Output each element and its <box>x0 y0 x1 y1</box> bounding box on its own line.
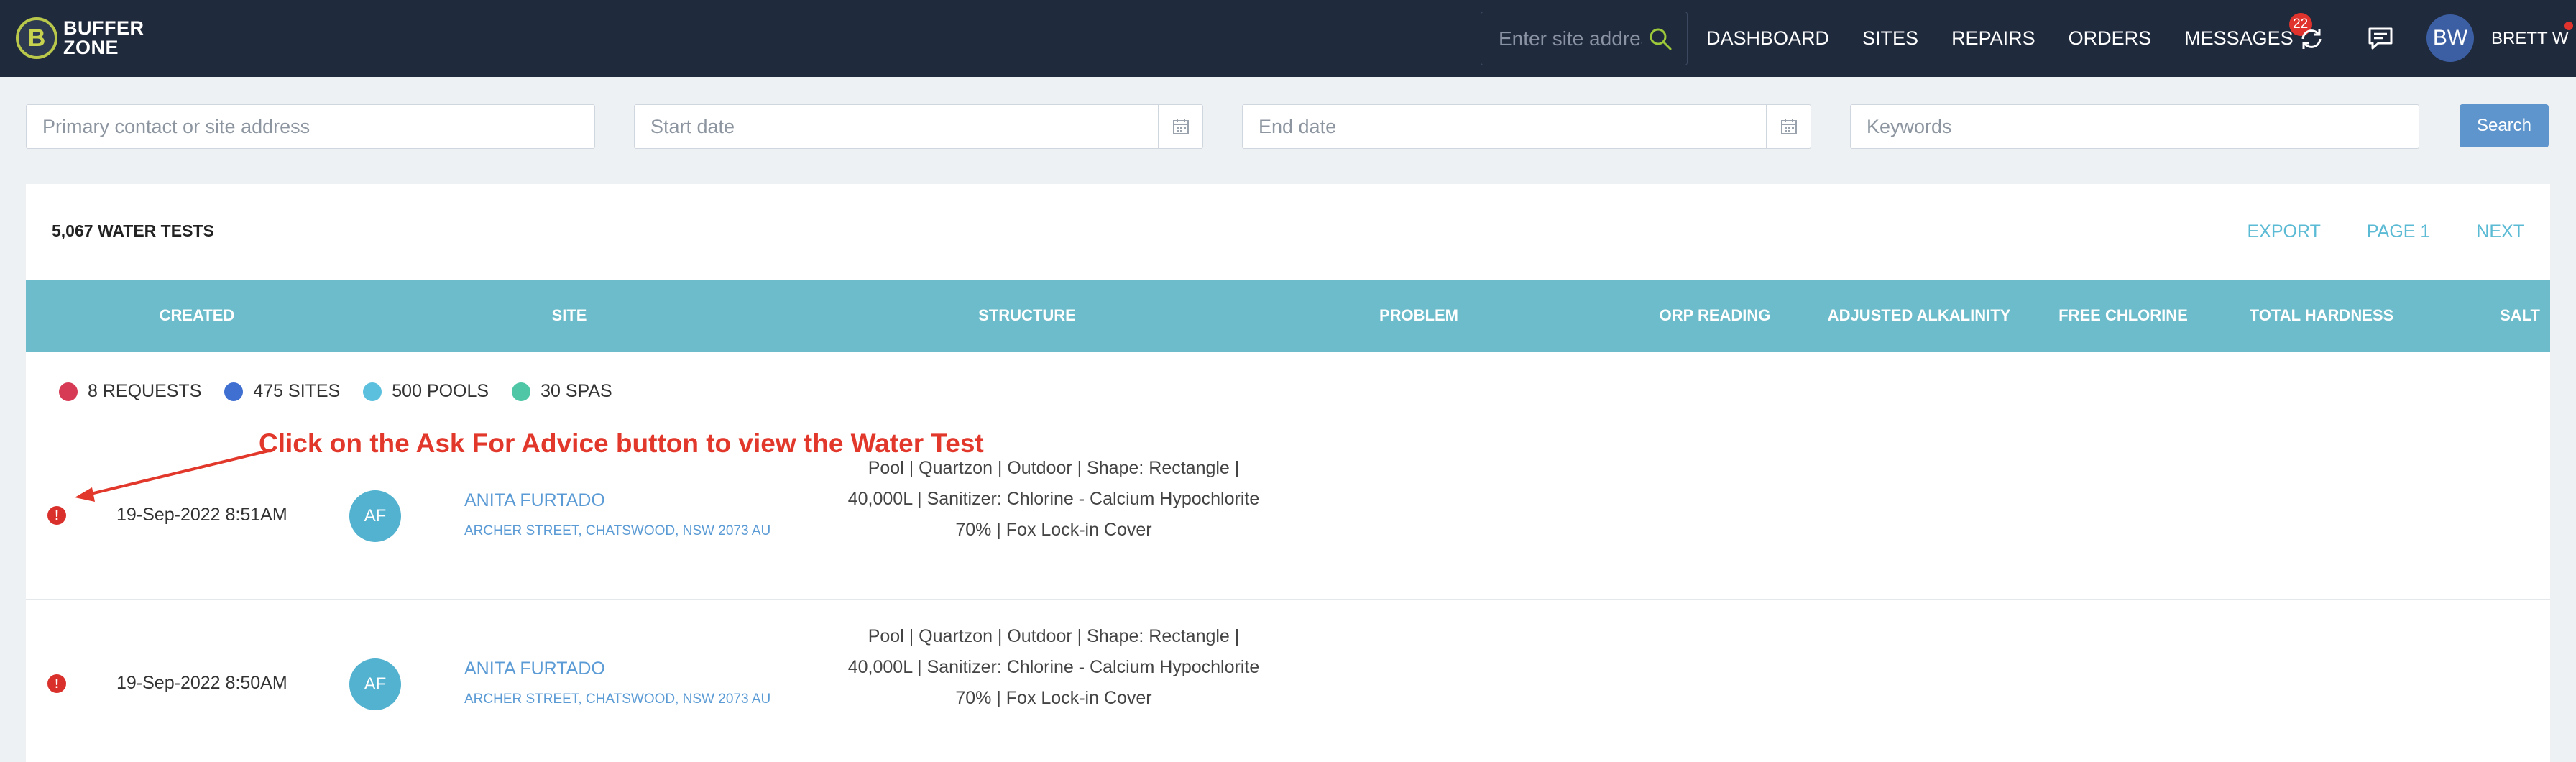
logo-text: BUFFER ZONE <box>63 19 144 58</box>
row-created-date: 19-Sep-2022 8:51AM <box>116 505 288 525</box>
user-avatar[interactable]: BW <box>2426 14 2474 62</box>
keywords-filter[interactable] <box>1850 104 2419 149</box>
ask-for-advice-alert-icon[interactable]: ! <box>47 506 66 525</box>
legend-dot <box>224 382 244 401</box>
tutorial-annotation: Click on the Ask For Advice button to vi… <box>259 428 984 458</box>
legend: 8 REQUESTS 475 SITES 500 POOLS 30 SPAS <box>26 352 2550 431</box>
calendar-icon <box>1172 119 1189 134</box>
top-nav: B BUFFER ZONE DASHBOARD SITES REPAIRS OR… <box>0 0 2576 77</box>
table-header: CREATED SITE STRUCTURE PROBLEM ORP READI… <box>26 280 2550 352</box>
nav-messages[interactable]: MESSAGES 22 <box>2184 13 2312 50</box>
site-search-input[interactable] <box>1499 27 1642 50</box>
legend-spas[interactable]: 30 SPAS <box>512 381 612 402</box>
col-adjusted-alkalinity[interactable]: ADJUSTED ALKALINITY <box>1828 306 2011 325</box>
next-page-link[interactable]: NEXT <box>2476 221 2524 242</box>
start-date-input[interactable] <box>650 115 1148 138</box>
nav-links: DASHBOARD SITES REPAIRS ORDERS MESSAGES … <box>1706 0 2327 77</box>
notification-dot <box>2564 22 2573 30</box>
page-indicator[interactable]: PAGE 1 <box>2367 221 2430 242</box>
nav-sites[interactable]: SITES <box>1862 27 1918 50</box>
contact-avatar: AF <box>349 658 401 710</box>
contact-name-link[interactable]: ANITA FURTADO <box>464 490 605 511</box>
end-date-input[interactable] <box>1259 115 1756 138</box>
calendar-icon <box>1780 119 1797 134</box>
contact-name-link[interactable]: ANITA FURTADO <box>464 658 605 679</box>
keywords-input[interactable] <box>1867 115 2364 138</box>
legend-label: 500 POOLS <box>392 381 489 401</box>
col-problem[interactable]: PROBLEM <box>1379 306 1458 325</box>
contact-filter[interactable] <box>26 104 595 149</box>
nav-repairs[interactable]: REPAIRS <box>1951 27 2036 50</box>
col-created[interactable]: CREATED <box>160 306 235 325</box>
table-row[interactable]: ! 19-Sep-2022 8:50AM AF ANITA FURTADO AR… <box>26 600 2550 762</box>
site-address-link[interactable]: ARCHER STREET, CHATSWOOD, NSW 2073 AU <box>464 692 770 707</box>
site-search[interactable] <box>1481 12 1688 65</box>
nav-orders[interactable]: ORDERS <box>2069 27 2152 50</box>
nav-messages-label: MESSAGES <box>2184 27 2294 49</box>
results-count: 5,067 WATER TESTS <box>52 221 214 240</box>
legend-dot <box>512 382 531 401</box>
chat-icon[interactable] <box>2366 24 2395 53</box>
logo-mark: B <box>16 17 58 59</box>
col-site[interactable]: SITE <box>552 306 587 325</box>
search-button[interactable]: Search <box>2460 104 2549 147</box>
end-date-filter[interactable] <box>1242 104 1811 149</box>
col-salt[interactable]: SALT <box>2500 306 2540 325</box>
col-structure[interactable]: STRUCTURE <box>978 306 1076 325</box>
water-tests-card: 5,067 WATER TESTS EXPORT PAGE 1 NEXT CRE… <box>26 184 2550 762</box>
ask-for-advice-alert-icon[interactable]: ! <box>47 674 66 693</box>
start-date-filter[interactable] <box>634 104 1203 149</box>
start-date-calendar-button[interactable] <box>1158 105 1202 148</box>
contact-avatar: AF <box>349 490 401 542</box>
legend-dot <box>59 382 78 401</box>
legend-dot <box>363 382 382 401</box>
search-icon[interactable] <box>1648 27 1673 51</box>
site-address-link[interactable]: ARCHER STREET, CHATSWOOD, NSW 2073 AU <box>464 523 770 539</box>
logo-text-line1: BUFFER <box>63 17 144 39</box>
legend-label: 8 REQUESTS <box>88 381 202 401</box>
pagination-actions: EXPORT PAGE 1 NEXT <box>2202 221 2525 242</box>
end-date-calendar-button[interactable] <box>1766 105 1811 148</box>
legend-requests[interactable]: 8 REQUESTS <box>59 381 201 402</box>
nav-dashboard[interactable]: DASHBOARD <box>1706 27 1829 50</box>
brand-logo[interactable]: B BUFFER ZONE <box>16 16 144 60</box>
col-total-hardness[interactable]: TOTAL HARDNESS <box>2250 306 2393 325</box>
legend-pools[interactable]: 500 POOLS <box>363 381 489 402</box>
sync-icon[interactable] <box>2297 24 2326 53</box>
legend-sites[interactable]: 475 SITES <box>224 381 340 402</box>
legend-label: 30 SPAS <box>540 381 612 401</box>
structure-description: Pool | Quartzon | Outdoor | Shape: Recta… <box>847 626 1260 708</box>
col-orp-reading[interactable]: ORP READING <box>1660 306 1771 325</box>
col-free-chlorine[interactable]: FREE CHLORINE <box>2058 306 2188 325</box>
user-name[interactable]: BRETT W <box>2491 29 2569 49</box>
row-created-date: 19-Sep-2022 8:50AM <box>116 673 288 693</box>
export-link[interactable]: EXPORT <box>2248 221 2321 242</box>
legend-label: 475 SITES <box>253 381 341 401</box>
logo-text-line2: ZONE <box>63 37 119 58</box>
contact-filter-input[interactable] <box>42 115 540 138</box>
structure-description: Pool | Quartzon | Outdoor | Shape: Recta… <box>847 458 1260 540</box>
